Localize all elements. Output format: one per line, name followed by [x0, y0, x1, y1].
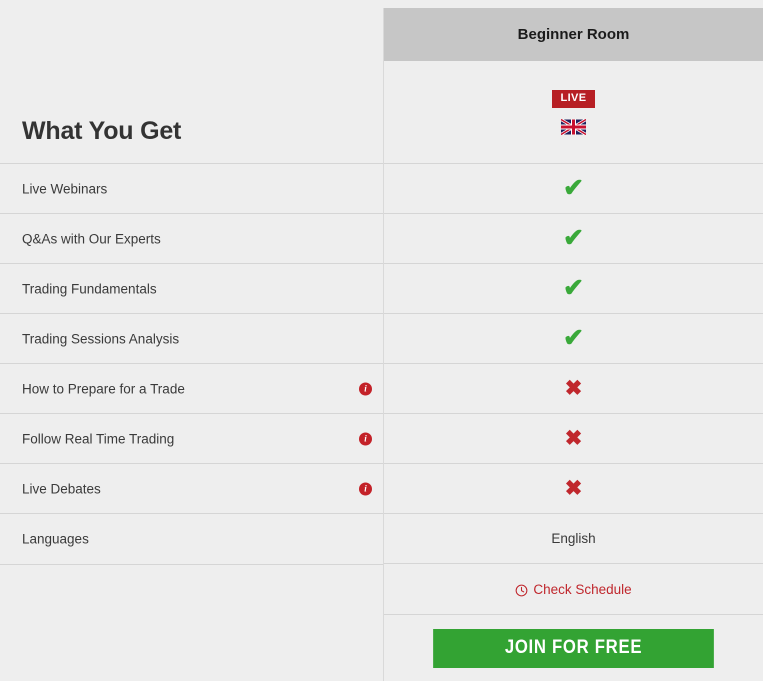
check-icon: ✔: [563, 174, 584, 202]
info-icon[interactable]: i: [359, 382, 372, 395]
value-cell-qas-with-our-experts: ✔: [384, 214, 763, 264]
feature-row-qas-with-our-experts: Q&As with Our Experts: [0, 214, 383, 264]
cta-cell: Join For Free: [384, 615, 763, 681]
info-icon[interactable]: i: [359, 432, 372, 445]
check-schedule-label: Check Schedule: [533, 581, 632, 597]
value-cell-languages: English: [384, 514, 763, 564]
join-for-free-button[interactable]: Join For Free: [433, 628, 714, 668]
feature-label: Follow Real Time Trading: [22, 431, 175, 446]
value-cell-follow-real-time-trading: ✖: [384, 414, 763, 464]
check-schedule-link[interactable]: Check Schedule: [515, 581, 632, 597]
cross-icon: ✖: [564, 477, 583, 500]
info-icon[interactable]: i: [359, 482, 372, 495]
feature-row-languages: Languages: [0, 514, 383, 565]
feature-row-trading-fundamentals: Trading Fundamentals: [0, 264, 383, 314]
cross-icon: ✖: [564, 427, 583, 450]
column-badges-cell: LIVE: [384, 61, 763, 164]
column-header: Beginner Room: [384, 8, 763, 61]
value-cell-live-webinars: ✔: [384, 164, 763, 214]
comparison-table: What You Get Live Webinars Q&As with Our…: [0, 0, 763, 681]
beginner-room-column: Beginner Room LIVE ✔ ✔ ✔ ✔ ✖ ✖ ✖ English…: [384, 0, 763, 681]
page-title: What You Get: [22, 117, 182, 145]
feature-label: Live Debates: [22, 481, 101, 496]
uk-flag-icon: [561, 118, 586, 135]
language-value: English: [551, 531, 596, 546]
feature-label: How to Prepare for a Trade: [22, 381, 185, 396]
cross-icon: ✖: [564, 377, 583, 400]
feature-row-live-webinars: Live Webinars: [0, 164, 383, 214]
value-cell-how-to-prepare-for-a-trade: ✖: [384, 364, 763, 414]
feature-row-how-to-prepare-for-a-trade: How to Prepare for a Trade i: [0, 364, 383, 414]
feature-label: Languages: [22, 531, 89, 547]
check-icon: ✔: [563, 224, 584, 252]
value-cell-live-debates: ✖: [384, 464, 763, 514]
feature-row-follow-real-time-trading: Follow Real Time Trading i: [0, 414, 383, 464]
feature-label: Live Webinars: [22, 181, 108, 196]
check-icon: ✔: [563, 324, 584, 352]
feature-row-trading-sessions-analysis: Trading Sessions Analysis: [0, 314, 383, 364]
feature-label: Trading Sessions Analysis: [22, 331, 180, 346]
features-column: What You Get Live Webinars Q&As with Our…: [0, 0, 383, 681]
feature-label: Q&As with Our Experts: [22, 231, 161, 246]
feature-label: Trading Fundamentals: [22, 281, 157, 296]
features-title-cell: What You Get: [0, 0, 383, 164]
feature-row-live-debates: Live Debates i: [0, 464, 383, 514]
live-badge: LIVE: [552, 89, 595, 108]
schedule-cell: Check Schedule: [384, 564, 763, 615]
column-title: Beginner Room: [517, 26, 630, 43]
value-cell-trading-sessions-analysis: ✔: [384, 314, 763, 364]
value-cell-trading-fundamentals: ✔: [384, 264, 763, 314]
check-icon: ✔: [563, 274, 584, 302]
clock-icon: [515, 584, 528, 597]
